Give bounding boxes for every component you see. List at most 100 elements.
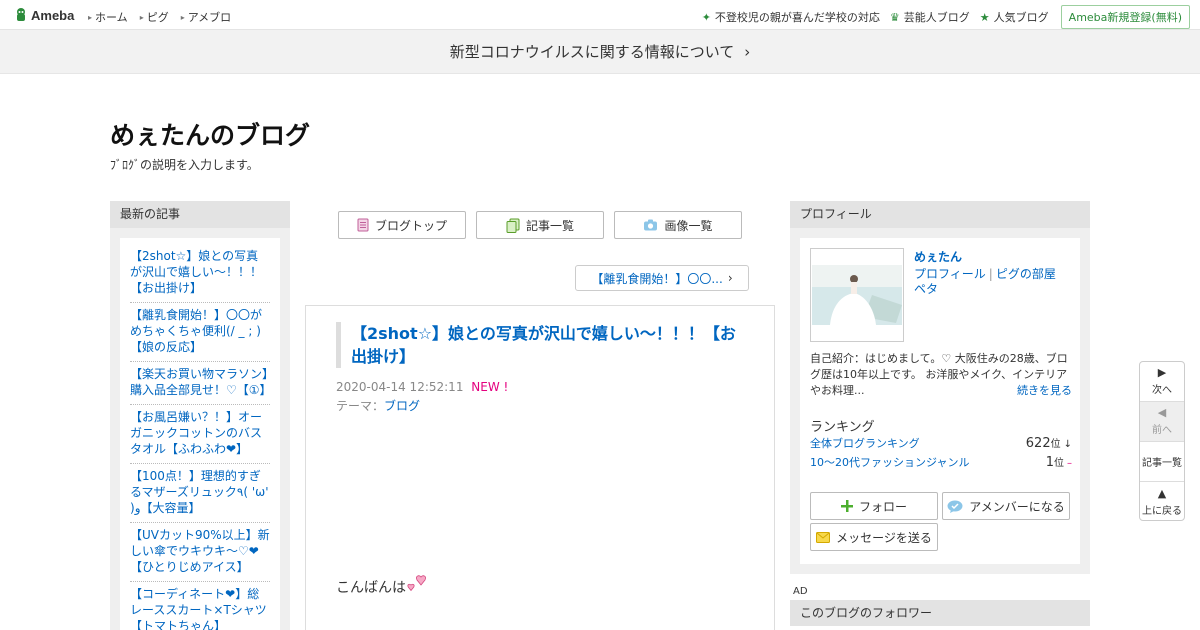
recent-entry-link[interactable]: 【2shot☆】娘との写真が沢山で嬉しい〜！！！【お出掛け】	[130, 246, 270, 303]
camera-icon	[643, 219, 658, 231]
envelope-icon	[816, 531, 831, 543]
sparkle-icon: ✦	[701, 10, 711, 24]
profile-panel: プロフィール めぇたん プロフィール | ピグの部屋 ペタ 自己紹介：はじめまして。…	[790, 201, 1090, 574]
ameba-logo-text: Ameba	[31, 7, 75, 23]
blog-top-label: ブログトップ	[374, 218, 447, 233]
triangle-left-icon: ◀	[1157, 406, 1167, 419]
article-body-text: こんばんは	[336, 580, 406, 596]
link-popular-blog[interactable]: ★ 人気ブログ	[980, 9, 1049, 25]
prev-entry-label: 前へ	[1152, 425, 1172, 436]
link-celebrity-blog[interactable]: ♛ 芸能人ブログ	[890, 9, 970, 25]
triangle-up-icon: ▲	[1157, 486, 1167, 500]
blog-top-button[interactable]: ブログトップ	[338, 211, 466, 239]
plus-icon	[840, 500, 853, 512]
entry-list-button[interactable]: 記事一覧	[476, 211, 604, 239]
follow-button[interactable]: フォロー	[810, 492, 938, 520]
recent-entry-link[interactable]: 【100点！】理想的すぎるマザーズリュック٩( 'ω' )و【大容量】	[130, 464, 270, 523]
followers-heading: このブログのフォロワー	[790, 600, 1090, 626]
article-title[interactable]: 【2shot☆】娘との写真が沢山で嬉しい〜！！！【お出掛け】	[336, 322, 736, 368]
article-theme-link[interactable]: ブログ	[384, 399, 420, 413]
ranking-number: 622	[1025, 436, 1051, 451]
send-message-label: メッセージを送る	[836, 530, 932, 545]
covid-notice-banner[interactable]: 新型コロナウイルスに関する情報について ›	[0, 30, 1200, 74]
profile-heading: プロフィール	[790, 201, 1090, 228]
trend-flat-icon: –	[1067, 458, 1072, 469]
arrow-down-icon: ↓	[1063, 439, 1072, 450]
ranking-label[interactable]: 全体ブログランキング	[810, 435, 920, 451]
link-popular-blog-label: 人気ブログ	[993, 11, 1049, 24]
article-theme-label: テーマ：	[336, 399, 385, 413]
entry-list-side-label: 記事一覧	[1142, 458, 1182, 469]
chevron-right-icon: ›	[744, 42, 751, 61]
entry-list-side-button[interactable]: 記事一覧	[1140, 442, 1184, 482]
next-entry-label: 次へ	[1152, 385, 1172, 396]
copy-documents-icon	[506, 218, 520, 233]
ameba-logo-icon	[17, 8, 25, 21]
nav-pigg[interactable]: ▸ ピグ	[140, 9, 169, 25]
star-icon: ★	[979, 10, 990, 24]
blog-nav-buttons: ブログトップ 記事一覧 画像一覧	[338, 211, 752, 239]
recent-entry-link[interactable]: 【楽天お買い物マラソン】購入品全部見せ！♡【①】	[130, 362, 272, 405]
ranking-label[interactable]: 10〜20代ファッションジャンル	[810, 454, 969, 470]
chat-bubble-icon	[947, 500, 963, 513]
ad-label: AD	[793, 586, 808, 597]
link-separator: |	[988, 267, 993, 281]
nav-arrow-icon: ▸	[88, 12, 93, 22]
amember-label: アメンバーになる	[969, 499, 1065, 514]
covid-notice-text: 新型コロナウイルスに関する情報について	[449, 43, 735, 61]
nav-pigg-label: ピグ	[146, 11, 169, 24]
ranking-unit: 位	[1050, 439, 1061, 450]
recent-entry-link[interactable]: 【離乳食開始！】〇〇がめちゃくちゃ便利(/ _ ; )【娘の反応】	[130, 303, 270, 362]
chevron-right-icon: ›	[727, 271, 733, 285]
prev-entry-button[interactable]: ◀ 前へ	[1140, 402, 1184, 442]
ranking-value: 622位 ↓	[1026, 435, 1072, 451]
recent-entries-heading: 最新の記事	[110, 201, 290, 228]
ranking-number: 1	[1045, 455, 1054, 470]
recent-entry-link[interactable]: 【UVカット90%以上】新しい傘でウキウキ〜♡❤︎【ひとりじめアイス】	[130, 523, 270, 582]
nav-ameblo-label: アメブロ	[187, 11, 232, 24]
ranking-value: 1位 –	[1046, 454, 1072, 470]
nav-arrow-icon: ▸	[180, 12, 185, 22]
send-message-button[interactable]: メッセージを送る	[810, 523, 938, 551]
image-list-button[interactable]: 画像一覧	[614, 211, 742, 239]
ranking-row-fashion: 10〜20代ファッションジャンル 1位 –	[810, 454, 1072, 470]
nav-ameblo[interactable]: ▸ アメブロ	[181, 9, 231, 25]
ranking-row-overall: 全体ブログランキング 622位 ↓	[810, 435, 1072, 451]
global-nav: ▸ ホーム ▸ ピグ ▸ アメブロ	[88, 9, 243, 25]
peta-link[interactable]: ペタ	[914, 282, 938, 296]
blog-title[interactable]: めぇたんのブログ	[110, 116, 310, 152]
nav-home-label: ホーム	[95, 11, 128, 24]
recent-entries-list: 【2shot☆】娘との写真が沢山で嬉しい〜！！！【お出掛け】 【離乳食開始！】〇…	[120, 238, 280, 630]
next-entry-button[interactable]: ▶ 次へ	[1140, 362, 1184, 402]
ameba-logo[interactable]: Ameba	[13, 6, 74, 24]
profile-name[interactable]: めぇたん	[914, 248, 962, 265]
article-theme: テーマ：ブログ	[336, 397, 420, 414]
previous-post-link[interactable]: 【離乳食開始！】〇〇... ›	[575, 265, 749, 291]
link-celebrity-blog-label: 芸能人ブログ	[903, 11, 970, 24]
link-school-article-label: 不登校児の親が喜んだ学校の対応	[714, 11, 880, 24]
article-card: 【2shot☆】娘との写真が沢山で嬉しい〜！！！【お出掛け】 2020-04-1…	[305, 305, 775, 630]
global-header: Ameba ▸ ホーム ▸ ピグ ▸ アメブロ ✦ 不登校児の親が喜んだ学校の対応 ♛ 芸…	[0, 0, 1200, 30]
amember-button[interactable]: アメンバーになる	[942, 492, 1070, 520]
back-to-top-button[interactable]: ▲ 上に戻る	[1140, 482, 1184, 522]
image-list-label: 画像一覧	[664, 218, 713, 233]
read-more-link[interactable]: 続きを見る	[1017, 383, 1072, 399]
header-right-links: ✦ 不登校児の親が喜んだ学校の対応 ♛ 芸能人ブログ ★ 人気ブログ Ameba新規登…	[692, 5, 1190, 29]
profile-avatar[interactable]	[810, 248, 904, 342]
article-meta: 2020-04-14 12:52:11 NEW !	[336, 380, 508, 394]
pigg-room-link[interactable]: ピグの部屋	[996, 267, 1056, 281]
article-body: こんばんは	[336, 574, 428, 600]
recent-entry-link[interactable]: 【お風呂嫌い？！】オーガニックコットンのバスタオル【ふわふわ❤︎】	[130, 405, 270, 464]
recent-entries-panel: 最新の記事 【2shot☆】娘との写真が沢山で嬉しい〜！！！【お出掛け】 【離乳…	[110, 201, 290, 630]
avatar-photo	[812, 265, 902, 325]
back-to-top-label: 上に戻る	[1142, 505, 1182, 517]
follow-label: フォロー	[858, 499, 907, 514]
recent-entry-link[interactable]: 【コーディネート❤︎】総レーススカート×Tシャツ【トマトちゃん】	[130, 582, 270, 630]
register-button[interactable]: Ameba新規登録(無料)	[1060, 5, 1190, 29]
ranking-title: ランキング	[810, 420, 875, 435]
profile-link[interactable]: プロフィール	[914, 267, 986, 281]
triangle-right-icon: ▶	[1157, 366, 1167, 379]
floating-side-nav: ▶ 次へ ◀ 前へ 記事一覧 ▲ 上に戻る	[1139, 361, 1185, 521]
link-school-article[interactable]: ✦ 不登校児の親が喜んだ学校の対応	[702, 9, 880, 25]
nav-home[interactable]: ▸ ホーム	[88, 9, 128, 25]
